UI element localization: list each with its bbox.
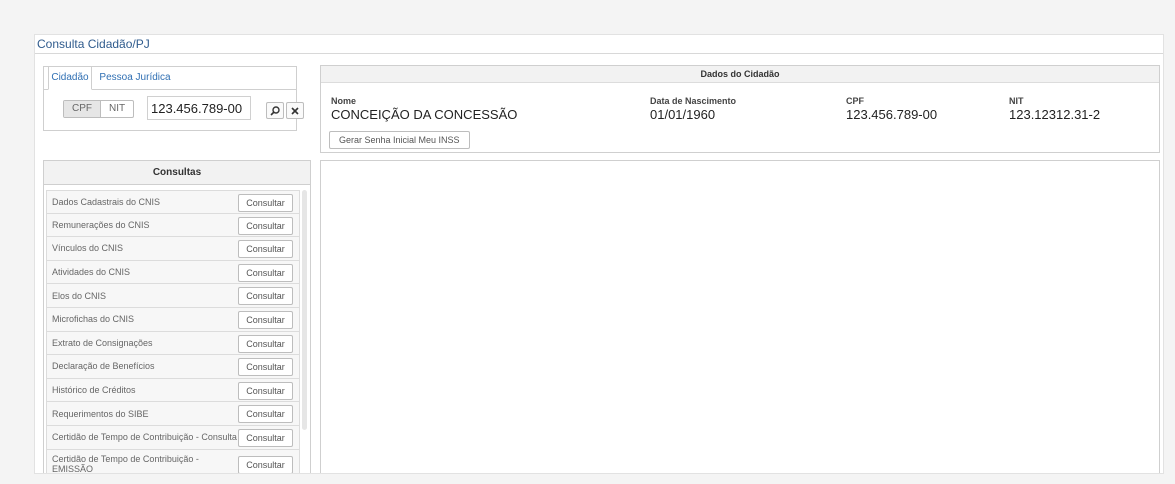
document-input[interactable] <box>147 96 251 120</box>
field-label: CPF <box>846 96 864 106</box>
consultar-button[interactable]: Consultar <box>238 240 293 259</box>
consultas-scrollbar[interactable] <box>302 190 307 430</box>
consulta-item: Certidão de Tempo de Contribuição - EMIS… <box>46 449 300 474</box>
consulta-item: Requerimentos do SIBE Consultar <box>46 402 300 426</box>
consulta-item: Declaração de Benefícios Consultar <box>46 355 300 379</box>
dados-title: Dados do Cidadão <box>321 66 1159 83</box>
consulta-item-label: Requerimentos do SIBE <box>52 408 149 419</box>
consultar-button[interactable]: Consultar <box>238 216 293 235</box>
consulta-item: Microfichas do CNIS Consultar <box>46 307 300 332</box>
consulta-item-label: Microfichas do CNIS <box>52 314 135 325</box>
gerar-senha-button[interactable]: Gerar Senha Inicial Meu INSS <box>329 131 470 149</box>
consulta-item-label: Certidão de Tempo de Contribuição - Cons… <box>52 432 237 443</box>
field-nome: Nome CONCEIÇÃO DA CONCESSÃO <box>331 96 517 122</box>
consultas-title: Consultas <box>44 161 310 185</box>
consulta-item-label: Extrato de Consignações <box>52 337 153 348</box>
consulta-item: Vínculos do CNIS Consultar <box>46 237 300 261</box>
result-panel <box>320 160 1160 473</box>
consulta-window: Consulta Cidadão/PJ Cidadão Pessoa Juríd… <box>34 34 1164 474</box>
field-value: CONCEIÇÃO DA CONCESSÃO <box>331 107 518 122</box>
field-label: Nome <box>331 96 357 106</box>
field-label: Data de Nascimento <box>650 96 737 106</box>
consultar-button[interactable]: Consultar <box>238 334 293 353</box>
tab-pessoa-juridica[interactable]: Pessoa Jurídica <box>94 66 176 90</box>
doc-type-toggle: CPF NIT <box>63 100 135 118</box>
consultar-button[interactable]: Consultar <box>238 428 293 447</box>
consulta-item-label: Elos do CNIS <box>52 290 107 301</box>
consultar-button[interactable]: Consultar <box>238 287 293 306</box>
consulta-item-label: Histórico de Créditos <box>52 385 136 396</box>
consultar-button[interactable]: Consultar <box>238 263 293 282</box>
title-divider <box>35 53 1163 54</box>
search-panel: Cidadão Pessoa Jurídica CPF NIT <box>43 66 304 131</box>
field-cpf: CPF 123.456.789-00 <box>846 96 937 122</box>
consultar-button[interactable]: Consultar <box>238 194 293 212</box>
consulta-item: Atividades do CNIS Consultar <box>46 260 300 285</box>
field-data-nascimento: Data de Nascimento 01/01/1960 <box>650 96 736 122</box>
search-button[interactable] <box>266 102 284 119</box>
consultas-panel: Consultas Dados Cadastrais do CNIS Consul… <box>43 160 311 474</box>
close-icon <box>291 107 299 115</box>
page-title: Consulta Cidadão/PJ <box>37 37 150 51</box>
search-icon <box>270 106 280 116</box>
consulta-item: Remunerações do CNIS Consultar <box>46 213 300 238</box>
consulta-item-label: Certidão de Tempo de Contribuição - EMIS… <box>52 454 199 474</box>
consultar-button[interactable]: Consultar <box>238 358 293 377</box>
toggle-nit[interactable]: NIT <box>101 101 133 117</box>
consultar-button[interactable]: Consultar <box>238 381 293 400</box>
consulta-item: Extrato de Consignações Consultar <box>46 331 300 356</box>
consulta-item-label: Declaração de Benefícios <box>52 361 155 372</box>
consulta-item: Histórico de Créditos Consultar <box>46 378 300 403</box>
clear-button[interactable] <box>286 102 304 119</box>
consulta-item-label: Atividades do CNIS <box>52 267 131 278</box>
consulta-item: Dados Cadastrais do CNIS Consultar <box>46 190 300 214</box>
consultas-list: Dados Cadastrais do CNIS Consultar Remuner… <box>46 190 300 474</box>
field-value: 123.456.789-00 <box>846 107 938 122</box>
consulta-item-label: Dados Cadastrais do CNIS <box>52 196 161 207</box>
consultar-button[interactable]: Consultar <box>238 310 293 329</box>
consulta-item: Certidão de Tempo de Contribuição - Cons… <box>46 425 300 450</box>
field-value: 01/01/1960 <box>650 107 716 122</box>
tab-cidadao[interactable]: Cidadão <box>48 66 92 90</box>
field-nit: NIT 123.12312.31-2 <box>1009 96 1100 122</box>
dados-panel: Dados do Cidadão Nome CONCEIÇÃO DA CONCE… <box>320 65 1160 153</box>
consultar-button[interactable]: Consultar <box>238 405 293 424</box>
field-label: NIT <box>1009 96 1024 106</box>
toggle-cpf[interactable]: CPF <box>64 101 101 117</box>
consulta-item-label: Vínculos do CNIS <box>52 243 124 254</box>
consultar-button[interactable]: Consultar <box>238 455 293 473</box>
consulta-item: Elos do CNIS Consultar <box>46 284 300 308</box>
field-value: 123.12312.31-2 <box>1009 107 1101 122</box>
consulta-item-label: Remunerações do CNIS <box>52 219 150 230</box>
